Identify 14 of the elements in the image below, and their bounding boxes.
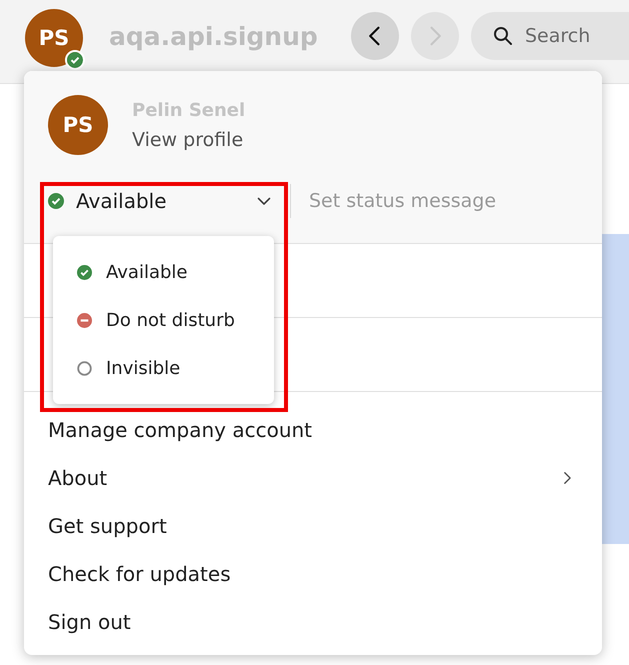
search-field[interactable]: Search: [471, 12, 629, 60]
back-button[interactable]: [351, 12, 399, 60]
status-option[interactable]: Do not disturb: [53, 296, 274, 344]
status-option[interactable]: Invisible: [53, 344, 274, 392]
status-option[interactable]: Available: [53, 248, 274, 296]
menu-item[interactable]: Check for updates: [24, 550, 602, 598]
menu-item[interactable]: Get support: [24, 502, 602, 550]
view-profile-link[interactable]: View profile: [132, 128, 246, 150]
status-dropdown[interactable]: Available: [40, 183, 280, 219]
menu-item[interactable]: Sign out: [24, 598, 602, 646]
profile-avatar: PS: [48, 95, 108, 155]
menu-item[interactable]: Manage company account: [24, 406, 602, 454]
status-message-field[interactable]: Set status message: [307, 189, 561, 213]
menu-item[interactable]: About: [24, 454, 602, 502]
